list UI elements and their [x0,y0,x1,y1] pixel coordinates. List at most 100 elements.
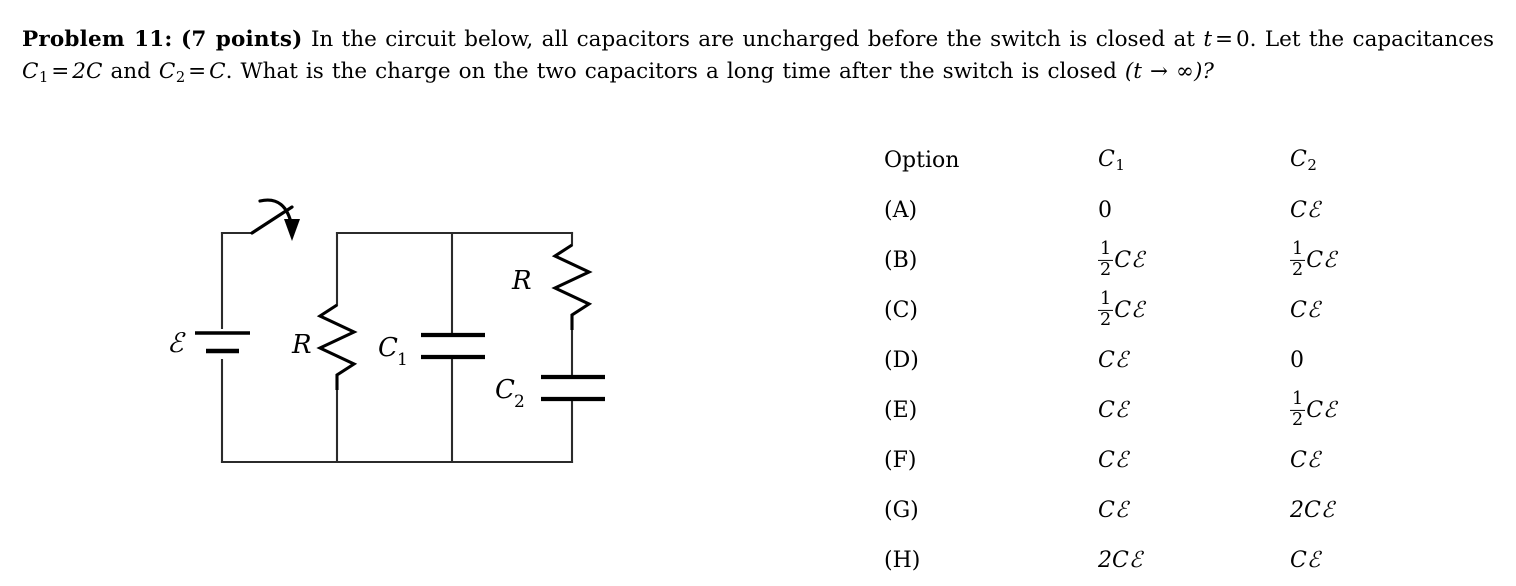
option-row[interactable]: (G) Cℰ 2Cℰ [884,486,1444,536]
option-c1-value-denominator: 2 [1098,309,1114,330]
option-c1-value: Cℰ [1098,500,1128,522]
capacitor-c2-label-subscript: 2 [514,392,525,412]
option-c1-value: 1 2 Cℰ [1098,239,1145,280]
variable-t: t [1203,27,1212,52]
option-label: (D) [884,348,919,373]
option-c2-value: 1 2 Cℰ [1290,389,1337,430]
problem-statement: Problem 11: (7 points) In the circuit be… [22,24,1494,94]
option-c1-value: Cℰ [1098,350,1128,372]
option-c2-value: 0 [1290,350,1304,372]
option-label: (F) [884,448,917,473]
problem-points: (7 points) [180,27,303,52]
option-row[interactable]: (F) Cℰ Cℰ [884,436,1444,486]
option-c1-value: 2Cℰ [1098,550,1142,572]
problem-number: Problem 11: [22,27,173,52]
options-header-c1: C1 [1098,146,1125,175]
problem-text-part-3: . What is the charge on the two capacito… [225,59,1125,84]
option-label: (A) [884,198,918,223]
option-row[interactable]: (E) Cℰ 1 2 Cℰ [884,386,1444,436]
option-c2-value: Cℰ [1290,550,1320,572]
option-c2-value-denominator: 2 [1290,409,1306,430]
resistor-right-zigzag [551,243,593,330]
option-c2-value-fraction: 12 [1290,239,1306,280]
option-c2-value-expression: Cℰ [1306,398,1337,423]
option-c1-value-expression: 0 [1098,198,1112,223]
option-c2-value-expression: Cℰ [1290,448,1321,473]
option-label: (G) [884,498,919,523]
equals-sign-c1: = [51,59,70,84]
switch-close-arrow-head [284,219,300,241]
open-switch[interactable] [250,198,300,241]
option-c1-value-expression: Cℰ [1098,498,1129,523]
option-c1-value-expression: Cℰ [1114,298,1145,323]
option-c1-value-expression: Cℰ [1114,248,1145,273]
option-row[interactable]: (A) 0 Cℰ [884,186,1444,236]
option-c1-value-fraction: 12 [1098,289,1114,330]
conjunction-and: and [102,59,159,84]
option-c1-value: Cℰ [1098,400,1128,422]
options-table: Option C1 C2 (A) 0 Cℰ (B) 1 2 Cℰ 1 2 Cℰ (C) 1 2 Cℰ Cℰ(… [884,136,1444,586]
value-zero: 0 [1235,27,1250,52]
symbol-c2-subscript: 2 [175,69,186,87]
capacitor-c2-symbol [541,374,605,402]
problem-text-part-2: . Let the capacitances [1249,27,1494,52]
option-c1-value: Cℰ [1098,450,1128,472]
capacitor-c1-symbol [421,332,485,360]
capacitor-c1-label-subscript: 1 [397,350,408,370]
resistor-left-zigzag [316,303,358,390]
capacitor-c1-label: C [378,333,398,363]
option-c1-value: 0 [1098,200,1112,222]
option-c2-value-expression: Cℰ [1290,298,1321,323]
option-label: (E) [884,398,918,423]
options-header-row: Option C1 C2 [884,136,1444,186]
battery-symbol [195,331,250,354]
option-c2-value: Cℰ [1290,450,1320,472]
circuit-diagram: ℰ R C 1 R C 2 [140,185,660,495]
equals-sign: = [1214,27,1233,52]
symbol-c2: C [158,59,176,84]
option-c1-value: 1 2 Cℰ [1098,289,1145,330]
option-c2-value-denominator: 2 [1290,259,1306,280]
option-row[interactable]: (H) 2Cℰ Cℰ [884,536,1444,586]
option-c2-value-expression: Cℰ [1290,198,1321,223]
options-header-option: Option [884,148,960,173]
emf-label: ℰ [167,328,186,359]
equals-sign-c2: = [188,59,207,84]
symbol-c1: C [22,59,39,84]
limit-expression: (t → ∞)? [1124,59,1214,84]
options-header-c2: C2 [1290,146,1317,175]
circuit-svg: ℰ R C 1 R C 2 [167,198,605,464]
symbol-c1-subscript: 1 [38,69,49,87]
value-c1: 2C [72,59,103,84]
option-label: (C) [884,298,918,323]
option-c2-value-expression: 2Cℰ [1290,498,1335,523]
options-body: (A) 0 Cℰ (B) 1 2 Cℰ 1 2 Cℰ (C) 1 2 Cℰ Cℰ (D) Cℰ 0 (E) Cℰ 1 2 C… [884,186,1444,586]
option-c2-value-numerator: 1 [1292,389,1304,410]
option-row[interactable]: (B) 1 2 Cℰ 1 2 Cℰ [884,236,1444,286]
option-c2-value: Cℰ [1290,300,1320,322]
resistor-right-label: R [511,266,532,296]
option-c2-value: Cℰ [1290,200,1320,222]
problem-text-part-1: In the circuit below, all capacitors are… [310,27,1204,52]
option-c1-value-numerator: 1 [1100,289,1112,310]
option-c1-value-expression: Cℰ [1098,448,1129,473]
capacitor-c2-label: C [495,375,515,405]
option-c2-value-numerator: 1 [1292,239,1304,260]
option-c1-value-expression: 2Cℰ [1098,548,1143,573]
option-c2-value-fraction: 12 [1290,389,1306,430]
option-label: (H) [884,548,921,573]
option-c2-value: 1 2 Cℰ [1290,239,1337,280]
resistor-left-label: R [291,330,312,360]
option-c2-value: 2Cℰ [1290,500,1334,522]
option-c2-value-expression: Cℰ [1306,248,1337,273]
value-c2: C [209,59,226,84]
option-c1-value-expression: Cℰ [1098,348,1129,373]
option-c1-value-denominator: 2 [1098,259,1114,280]
option-c1-value-numerator: 1 [1100,239,1112,260]
option-c2-value-expression: Cℰ [1290,548,1321,573]
option-c1-value-fraction: 12 [1098,239,1114,280]
option-row[interactable]: (D) Cℰ 0 [884,336,1444,386]
option-c1-value-expression: Cℰ [1098,398,1129,423]
option-row[interactable]: (C) 1 2 Cℰ Cℰ [884,286,1444,336]
option-label: (B) [884,248,918,273]
